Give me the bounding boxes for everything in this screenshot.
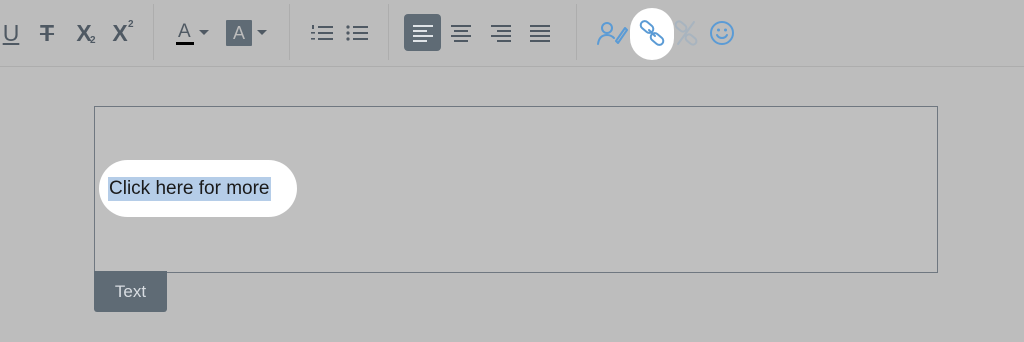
align-left-button[interactable] [404,14,441,51]
font-color-swatch [176,42,194,45]
align-right-button[interactable] [486,14,516,52]
signature-button[interactable] [595,14,629,52]
font-color-button[interactable]: A [172,14,214,52]
font-color-icon: A [176,19,194,47]
align-right-icon [491,25,511,42]
bullet-list-button[interactable] [342,14,372,52]
underline-label: U [2,19,20,46]
toolbar-divider [289,4,290,60]
strikethrough-button[interactable]: T [33,14,61,52]
formatting-toolbar: U T X 2 X 2 A A [0,0,1024,67]
align-justify-icon [530,25,550,42]
superscript-button[interactable]: X 2 [106,14,134,52]
unlink-icon [674,20,698,46]
toolbar-divider [153,4,154,60]
chevron-down-icon [257,30,267,35]
font-color-label: A [178,21,191,42]
align-justify-button[interactable] [525,14,555,52]
superscript-label: X [112,19,128,46]
chevron-down-icon [199,30,209,35]
align-center-icon [451,25,471,42]
strikethrough-label: T [39,19,55,46]
subscript-mark: 2 [90,35,96,46]
remove-link-button[interactable] [670,14,702,52]
bullet-list-icon [346,25,368,41]
link-icon [639,20,665,46]
smiley-icon [710,21,734,45]
insert-link-button[interactable] [634,14,670,52]
subscript-button[interactable]: X 2 [70,14,98,52]
align-left-icon [412,24,433,42]
toolbar-divider [388,4,389,60]
background-color-icon: A [226,20,252,46]
ordered-list-button[interactable] [307,14,337,52]
toolbar-divider [576,4,577,60]
align-center-button[interactable] [446,14,476,52]
underline-button[interactable]: U [0,14,22,52]
block-type-tab[interactable]: Text [94,271,167,312]
selected-text[interactable]: Click here for more [108,177,271,201]
superscript-mark: 2 [128,19,134,30]
ordered-list-icon [311,25,333,40]
background-color-button[interactable]: A [225,14,269,52]
signature-icon [597,22,628,45]
emoji-button[interactable] [707,14,737,52]
